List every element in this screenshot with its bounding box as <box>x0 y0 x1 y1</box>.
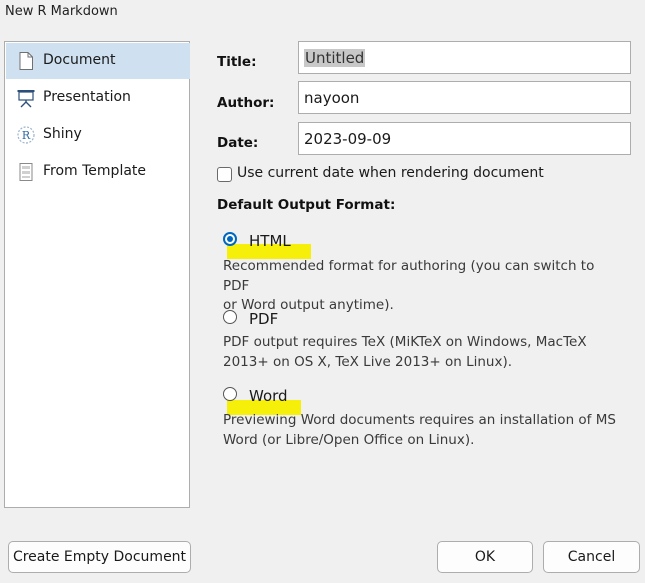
date-field[interactable]: 2023-09-09 <box>298 122 631 155</box>
title-field[interactable]: Untitled <box>298 41 631 74</box>
sidebar-item-shiny[interactable]: R Shiny <box>6 117 190 153</box>
sidebar-item-presentation[interactable]: Presentation <box>6 80 190 116</box>
window-titlebar: New R Markdown <box>0 0 645 26</box>
ok-button[interactable]: OK <box>437 541 533 573</box>
create-empty-document-button[interactable]: Create Empty Document <box>8 541 191 573</box>
sidebar-item-label: Shiny <box>43 126 82 142</box>
sidebar-item-document[interactable]: Document <box>6 43 190 79</box>
use-current-date-checkbox[interactable] <box>217 167 232 182</box>
author-field[interactable]: nayoon <box>298 81 631 114</box>
template-icon <box>19 163 33 181</box>
sidebar-item-label: Document <box>43 52 116 68</box>
author-label: Author: <box>217 95 275 111</box>
html-description: Recommended format for authoring (you ca… <box>223 258 595 313</box>
author-field-value: nayoon <box>304 89 360 107</box>
title-field-value: Untitled <box>304 49 366 67</box>
word-description: Previewing Word documents requires an in… <box>223 412 616 448</box>
new-r-markdown-dialog: Document Presentation R Shiny From Templ… <box>0 26 645 583</box>
document-icon <box>19 52 33 70</box>
date-field-value: 2023-09-09 <box>304 130 392 148</box>
sidebar-item-label: Presentation <box>43 89 131 105</box>
sidebar-item-from-template[interactable]: From Template <box>6 154 190 190</box>
title-label: Title: <box>217 54 257 70</box>
cancel-button[interactable]: Cancel <box>543 541 640 573</box>
window-title: New R Markdown <box>5 4 118 19</box>
shiny-r-icon: R <box>17 126 35 144</box>
use-current-date-label[interactable]: Use current date when rendering document <box>237 165 544 181</box>
default-output-format-heading: Default Output Format: <box>217 197 396 213</box>
pdf-option-label[interactable]: PDF <box>249 310 278 328</box>
pdf-description: PDF output requires TeX (MiKTeX on Windo… <box>223 334 587 370</box>
word-radio[interactable] <box>223 387 237 401</box>
html-radio[interactable] <box>223 232 237 246</box>
sidebar-item-label: From Template <box>43 163 147 179</box>
html-option-label[interactable]: HTML <box>249 232 291 250</box>
svg-text:R: R <box>22 129 31 142</box>
pdf-radio[interactable] <box>223 310 237 324</box>
format-type-list: Document Presentation R Shiny From Templ… <box>4 41 190 508</box>
date-label: Date: <box>217 135 259 151</box>
word-option-label[interactable]: Word <box>249 387 288 405</box>
presentation-icon <box>17 90 35 108</box>
